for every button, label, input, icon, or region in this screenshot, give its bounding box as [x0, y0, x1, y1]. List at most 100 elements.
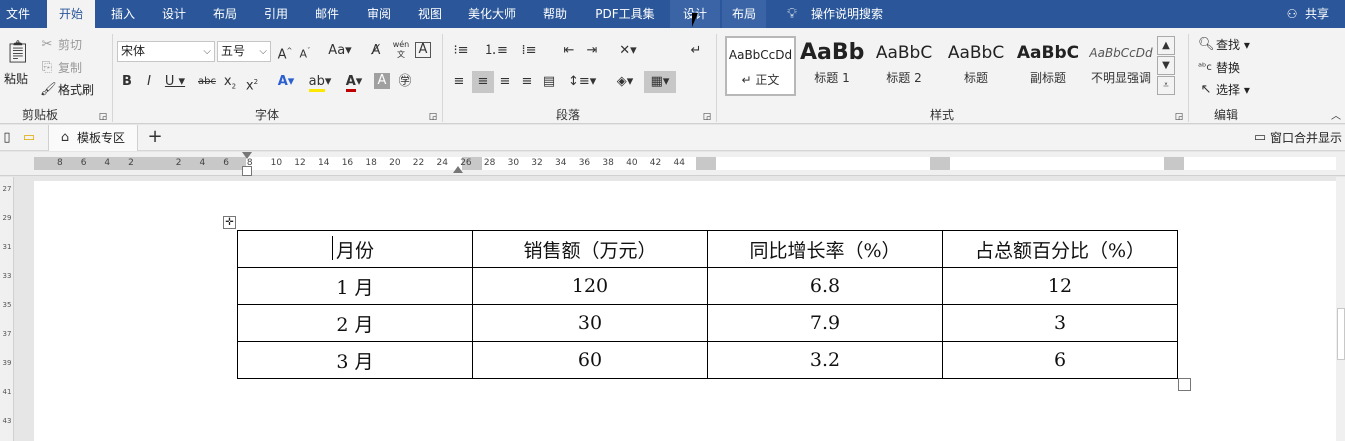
chinese-layout-icon[interactable]: ✕▾ — [615, 42, 641, 60]
align-left-icon[interactable]: ≡ — [450, 73, 468, 91]
tab-design[interactable]: 设计 — [152, 0, 196, 28]
table-header-cell[interactable]: 占总额百分比（%） — [942, 230, 1178, 268]
style-subtle-emphasis[interactable]: AaBbCcDd 不明显强调 — [1088, 36, 1154, 96]
bullets-icon[interactable]: ⁝≡ — [450, 42, 472, 60]
paste-button[interactable]: 粘贴 — [4, 70, 28, 88]
right-indent-marker[interactable] — [453, 166, 463, 173]
share-button[interactable]: 共享 — [1300, 0, 1334, 28]
cut-button[interactable]: 剪切 — [58, 36, 82, 54]
table-cell[interactable]: 6 — [942, 341, 1178, 379]
underline-icon[interactable]: U ▾ — [164, 73, 186, 91]
replace-button[interactable]: 替换 — [1216, 59, 1240, 77]
tab-help[interactable]: 帮助 — [533, 0, 577, 28]
table-move-handle-icon[interactable]: ✛ — [223, 216, 236, 229]
table-cell[interactable]: 60 — [472, 341, 708, 379]
style-title[interactable]: AaBbC 标题 — [944, 36, 1008, 96]
data-table[interactable]: 月份 销售额（万元） 同比增长率（%） 占总额百分比（%） 1 月 120 6.… — [237, 230, 1178, 379]
tell-me-search[interactable]: 操作说明搜索 — [806, 0, 888, 28]
table-cell[interactable]: 2 月 — [237, 304, 473, 342]
table-cell[interactable]: 6.8 — [707, 267, 943, 305]
shrink-font-icon[interactable]: Aˇ — [297, 42, 313, 64]
table-cell[interactable]: 3.2 — [707, 341, 943, 379]
scrollbar-thumb[interactable] — [1337, 308, 1345, 360]
styles-scroll-down-icon[interactable]: ▼ — [1157, 56, 1175, 75]
add-tab-icon[interactable]: + — [146, 128, 164, 146]
table-cell[interactable]: 120 — [472, 267, 708, 305]
sort-icon[interactable]: ↵ — [688, 42, 704, 60]
bold-icon[interactable]: B — [120, 73, 134, 91]
decrease-indent-icon[interactable]: ⇤ — [560, 42, 578, 60]
increase-indent-icon[interactable]: ⇥ — [583, 42, 601, 60]
left-indent-marker[interactable] — [242, 166, 252, 176]
multilevel-list-icon[interactable]: ⁞≡ — [518, 42, 540, 60]
vertical-ruler[interactable]: 27 29 31 33 35 37 39 41 43 — [0, 177, 14, 441]
phonetic-guide-icon[interactable]: wén 文 — [390, 40, 412, 60]
dialog-launcher-icon[interactable]: ◲ — [98, 108, 108, 126]
dialog-launcher-icon[interactable]: ◲ — [1174, 108, 1184, 126]
style-heading-1[interactable]: AaBb 标题 1 — [800, 36, 864, 96]
ruler-column-marker[interactable] — [696, 157, 716, 170]
font-color-icon[interactable]: A▾ — [341, 73, 367, 92]
font-name-select[interactable]: 宋体 ⌵ — [117, 41, 215, 62]
superscript-icon[interactable]: x2 — [244, 73, 260, 95]
text-effects-icon[interactable]: A▾ — [274, 73, 298, 91]
numbering-icon[interactable]: ⒈≡ — [484, 42, 508, 60]
distributed-icon[interactable]: ▤ — [540, 73, 558, 91]
tab-mailings[interactable]: 邮件 — [305, 0, 349, 28]
justify-icon[interactable]: ≡ — [518, 73, 536, 91]
find-button[interactable]: 查找 ▾ — [1216, 36, 1250, 54]
style-heading-2[interactable]: AaBbC 标题 2 — [872, 36, 936, 96]
clear-format-icon[interactable]: A̸ — [368, 42, 384, 60]
table-resize-handle[interactable] — [1178, 378, 1191, 391]
table-cell[interactable]: 1 月 — [237, 267, 473, 305]
table-header-cell[interactable]: 同比增长率（%） — [707, 230, 943, 268]
styles-more-icon[interactable]: ⩡ — [1157, 76, 1175, 95]
change-case-icon[interactable]: Aa▾ — [327, 42, 353, 60]
table-cell[interactable]: 7.9 — [707, 304, 943, 342]
style-subtitle[interactable]: AaBbC 副标题 — [1016, 36, 1080, 96]
subscript-icon[interactable]: x2 — [222, 73, 238, 96]
strikethrough-icon[interactable]: abc — [196, 73, 218, 91]
italic-icon[interactable]: I — [142, 73, 156, 91]
template-tab[interactable]: ⌂ 模板专区 — [48, 125, 138, 151]
first-line-indent-marker[interactable] — [242, 152, 252, 159]
ruler-column-marker[interactable] — [1164, 157, 1184, 170]
table-header-cell[interactable]: 销售额（万元） — [472, 230, 708, 268]
tab-pdf-tools[interactable]: PDF工具集 — [588, 0, 662, 28]
table-header-cell[interactable]: 月份 — [237, 230, 473, 268]
style-normal[interactable]: AaBbCcDd ↵ 正文 — [725, 36, 796, 96]
paste-icon[interactable]: 📋︎ — [4, 38, 32, 68]
tab-file[interactable]: 文件 — [0, 0, 36, 28]
align-right-icon[interactable]: ≡ — [496, 73, 514, 91]
char-shading-icon[interactable]: A — [374, 73, 390, 89]
new-document-icon[interactable]: ▯ — [0, 129, 14, 147]
copy-button[interactable]: 复制 — [58, 59, 82, 77]
tab-beautify[interactable]: 美化大师 — [462, 0, 522, 28]
collapse-ribbon-icon[interactable]: ︿ — [1330, 108, 1342, 126]
tab-layout[interactable]: 布局 — [203, 0, 247, 28]
table-cell[interactable]: 3 — [942, 304, 1178, 342]
folder-icon[interactable]: ▭ — [20, 129, 38, 147]
merge-windows-button[interactable]: 窗口合并显示 — [1270, 129, 1342, 147]
table-cell[interactable]: 12 — [942, 267, 1178, 305]
align-center-icon[interactable]: ≡ — [472, 71, 494, 93]
char-border-icon[interactable]: A — [415, 42, 431, 58]
tab-table-layout[interactable]: 布局 — [722, 0, 766, 28]
select-button[interactable]: 选择 ▾ — [1216, 81, 1250, 99]
grow-font-icon[interactable]: A^ — [277, 42, 293, 64]
enclose-char-icon[interactable]: ㊫ — [396, 73, 414, 91]
tab-references[interactable]: 引用 — [254, 0, 298, 28]
tab-view[interactable]: 视图 — [408, 0, 452, 28]
dialog-launcher-icon[interactable]: ◲ — [428, 108, 438, 126]
line-spacing-icon[interactable]: ↕≡▾ — [568, 73, 596, 91]
format-painter-button[interactable]: 格式刷 — [58, 81, 94, 99]
font-size-select[interactable]: 五号 ⌵ — [217, 41, 271, 62]
shading-icon[interactable]: ◈▾ — [612, 73, 638, 91]
tab-home[interactable]: 开始 — [47, 0, 95, 28]
borders-icon[interactable]: ▦▾ — [644, 71, 676, 93]
horizontal-ruler[interactable]: 8 6 4 2 2 4 6 8 10 12 14 16 18 20 22 24 26 28 30 32 34 36 38 40… — [0, 152, 1345, 176]
tab-review[interactable]: 审阅 — [357, 0, 401, 28]
highlight-icon[interactable]: ab▾ — [304, 73, 336, 92]
dialog-launcher-icon[interactable]: ◲ — [702, 108, 712, 126]
table-cell[interactable]: 3 月 — [237, 341, 473, 379]
